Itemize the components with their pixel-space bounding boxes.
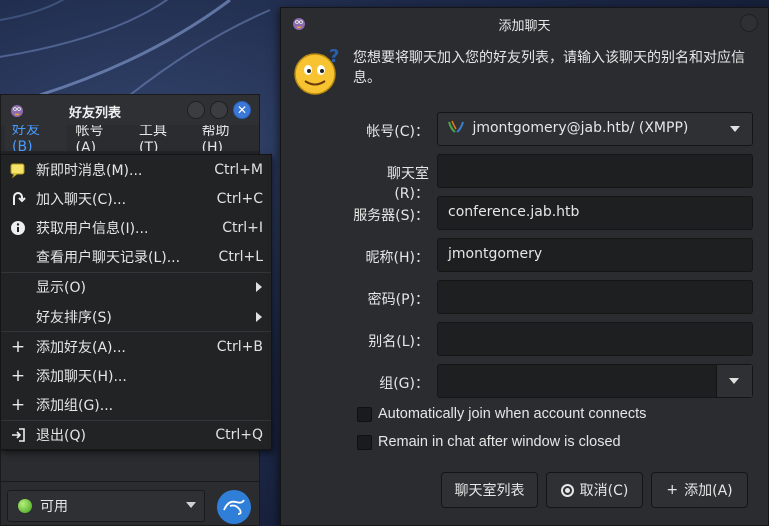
minimize-button[interactable] [187,101,205,119]
plus-icon: + [10,395,26,416]
buddy-list-menubar: 好友(B) 帐号(A) 工具(T) 帮助(H) [1,116,259,160]
dialog-close-button[interactable] [740,14,758,32]
server-input[interactable]: conference.jab.htb [437,196,753,230]
group-label: 组(G)： [379,376,429,392]
plus-icon: + [666,482,679,498]
available-status-icon [18,499,32,513]
cancel-icon [560,483,574,497]
cancel-button[interactable]: 取消(C) [546,472,643,508]
menu-item-view-log[interactable]: 查看用户聊天记录(L)... Ctrl+L [1,243,271,272]
account-label: 帐号(C)： [366,124,429,140]
autojoin-label: Automatically join when account connects [378,406,647,422]
status-label: 可用 [40,499,68,515]
room-label: 聊天室(R)： [387,166,429,202]
status-selector[interactable]: 可用 [7,490,205,522]
autojoin-checkbox-row[interactable]: Automatically join when account connects [357,406,646,422]
group-combo[interactable] [437,364,753,398]
server-label: 服务器(S)： [353,208,429,224]
menu-item-join-chat[interactable]: 加入聊天(C)... Ctrl+C [1,184,271,213]
account-value: jmontgomery@jab.htb/ (XMPP) [472,120,689,136]
buddy-list-title: 好友列表 [68,106,121,121]
chevron-down-icon [186,502,196,508]
buddies-menu-dropdown: 新即时消息(M)... Ctrl+M 加入聊天(C)... Ctrl+C 获取用… [0,154,272,450]
info-icon [9,219,27,237]
persistent-label: Remain in chat after window is closed [378,434,621,450]
plus-icon: + [10,365,26,386]
room-input[interactable] [437,154,753,188]
password-input[interactable] [437,280,753,314]
add-chat-dialog: 添加聊天 ? 您想要将聊天加入您的好友列表，请输入该聊天的别名和对应信息。 帐号… [280,7,769,526]
group-dropdown-button[interactable] [716,365,752,397]
persistent-checkbox-row[interactable]: Remain in chat after window is closed [357,434,621,450]
autojoin-checkbox[interactable] [357,406,372,422]
question-smiley-icon: ? [294,46,339,95]
menu-item-add-chat[interactable]: + 添加聊天(H)... [1,361,271,390]
password-label: 密码(P)： [367,292,429,308]
menu-item-sort-buddies[interactable]: 好友排序(S) [1,302,271,331]
maximize-button[interactable] [210,101,228,119]
plus-icon: + [10,336,26,357]
close-icon: ✕ [236,103,248,117]
close-button[interactable]: ✕ [233,101,251,119]
dialog-title: 添加聊天 [498,19,551,34]
menu-item-get-info[interactable]: 获取用户信息(I)... Ctrl+I [1,213,271,242]
xmpp-icon [448,120,464,138]
chevron-down-icon [730,126,740,132]
alias-label: 别名(L)： [368,334,429,350]
chevron-right-icon [256,311,262,322]
dialog-titlebar[interactable]: 添加聊天 [281,8,768,38]
status-bar: 可用 [1,481,259,525]
menu-item-show[interactable]: 显示(O) [1,273,271,302]
svg-text:?: ? [329,46,339,67]
account-select[interactable]: jmontgomery@jab.htb/ (XMPP) [437,112,753,146]
add-button[interactable]: + 添加(A) [651,472,748,508]
chevron-right-icon [256,282,262,293]
join-chat-icon [9,190,27,208]
chevron-down-icon [729,378,739,384]
buddy-list-titlebar[interactable]: 好友列表 ✕ [1,95,259,125]
dialog-intro-text: 您想要将聊天加入您的好友列表，请输入该聊天的别名和对应信息。 [353,50,745,86]
handle-label: 昵称(H)： [365,250,429,266]
new-message-icon [9,161,27,179]
persistent-checkbox[interactable] [357,434,372,450]
room-list-button[interactable]: 聊天室列表 [441,472,538,508]
menu-item-add-buddy[interactable]: + 添加好友(A)... Ctrl+B [1,332,271,361]
kali-dragon-icon[interactable] [217,490,251,524]
handle-input[interactable]: jmontgomery [437,238,753,272]
menu-item-new-im[interactable]: 新即时消息(M)... Ctrl+M [1,155,271,184]
menu-item-add-group[interactable]: + 添加组(G)... [1,391,271,420]
exit-icon [9,426,27,444]
menu-item-quit[interactable]: 退出(Q) Ctrl+Q [1,421,271,450]
alias-input[interactable] [437,322,753,356]
